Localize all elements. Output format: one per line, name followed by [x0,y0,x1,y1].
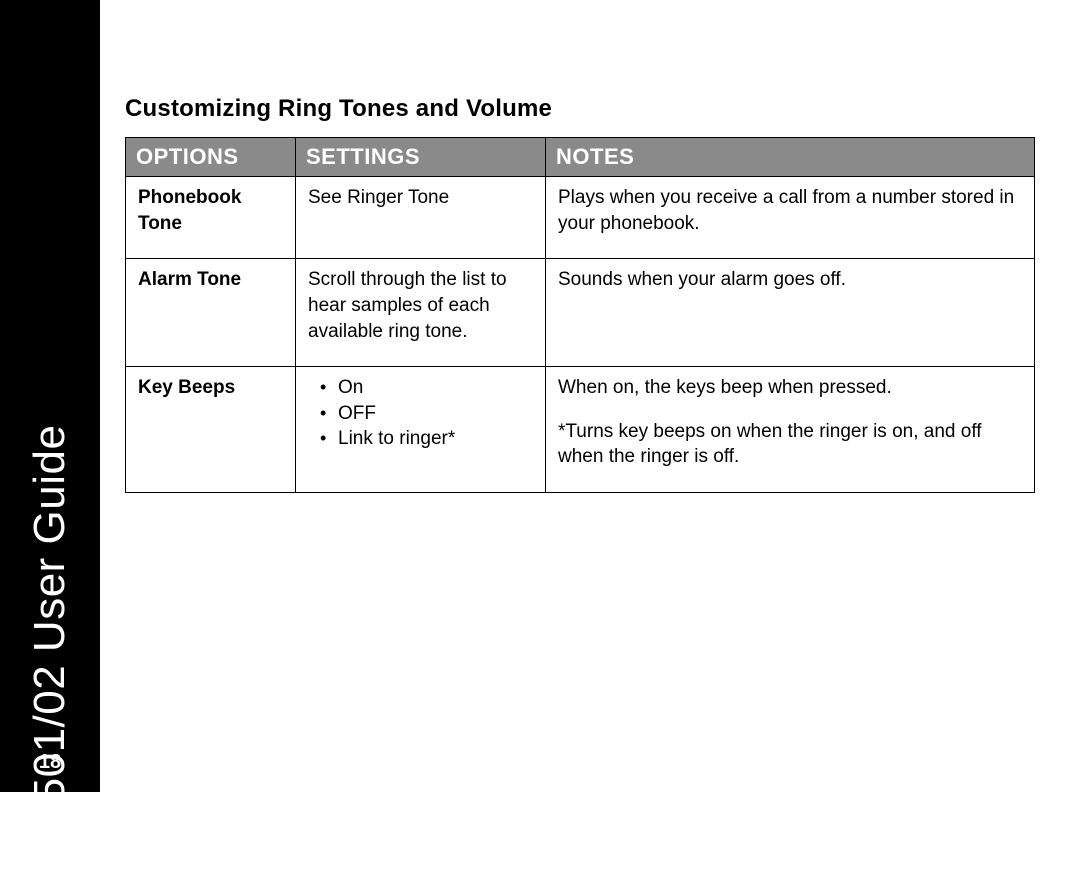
settings-table: OPTIONS SETTINGS NOTES Phonebook Tone Se… [125,137,1035,493]
settings-cell: On OFF Link to ringer* [296,367,546,493]
settings-cell: Scroll through the list to hear samples … [296,259,546,367]
list-item: OFF [322,401,533,427]
option-cell: Phonebook Tone [126,177,296,259]
settings-list: On OFF Link to ringer* [308,375,533,452]
table-row: Key Beeps On OFF Link to ringer* When on… [126,367,1035,493]
col-header-settings: SETTINGS [296,138,546,177]
table-row: Phonebook Tone See Ringer Tone Plays whe… [126,177,1035,259]
content-area: Customizing Ring Tones and Volume OPTION… [125,95,1035,493]
list-item: On [322,375,533,401]
option-cell: Alarm Tone [126,259,296,367]
guide-title: SD7501/02 User Guide [25,425,75,889]
notes-cell: Plays when you receive a call from a num… [546,177,1035,259]
col-header-notes: NOTES [546,138,1035,177]
settings-cell: See Ringer Tone [296,177,546,259]
notes-cell: Sounds when your alarm goes off. [546,259,1035,367]
list-item: Link to ringer* [322,426,533,452]
col-header-options: OPTIONS [126,138,296,177]
notes-text: When on, the keys beep when pressed. [558,375,1022,401]
notes-footnote: *Turns key beeps on when the ringer is o… [558,419,1022,470]
page-number: 18 [0,751,100,774]
table-row: Alarm Tone Scroll through the list to he… [126,259,1035,367]
notes-cell: When on, the keys beep when pressed. *Tu… [546,367,1035,493]
manual-page: SD7501/02 User Guide 18 Customizing Ring… [0,0,1080,792]
option-cell: Key Beeps [126,367,296,493]
table-header-row: OPTIONS SETTINGS NOTES [126,138,1035,177]
sidebar: SD7501/02 User Guide 18 [0,0,100,792]
section-heading: Customizing Ring Tones and Volume [125,95,1035,123]
